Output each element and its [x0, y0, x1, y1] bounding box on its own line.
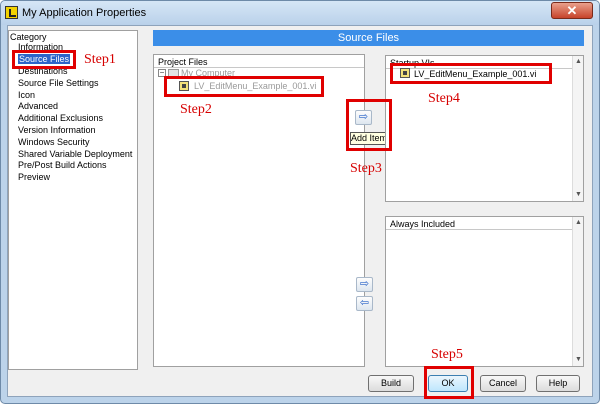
- step4-highlight-box: [390, 63, 552, 84]
- remove-always-included-arrow-button[interactable]: ⇦: [356, 296, 373, 311]
- always-included-scrollbar[interactable]: ▲ ▼: [572, 217, 583, 366]
- startup-vis-scrollbar[interactable]: ▲ ▼: [572, 56, 583, 201]
- category-item-icon[interactable]: Icon: [18, 90, 35, 100]
- category-item-additional-exclusions[interactable]: Additional Exclusions: [18, 113, 103, 123]
- step2-highlight-box: [164, 76, 324, 97]
- step5-label: Step5: [431, 347, 463, 362]
- step3-highlight-box: [346, 99, 392, 151]
- always-included-panel[interactable]: [385, 216, 584, 367]
- title-bar[interactable]: My Application Properties ✕: [1, 1, 599, 25]
- step1-label: Step1: [84, 52, 116, 67]
- project-files-header: Project Files: [158, 57, 208, 67]
- category-item-preview[interactable]: Preview: [18, 172, 50, 182]
- category-item-pre-post-build-actions[interactable]: Pre/Post Build Actions: [18, 160, 107, 170]
- category-item-shared-variable-deployment[interactable]: Shared Variable Deployment: [18, 149, 132, 159]
- step5-highlight-box: [424, 366, 474, 399]
- scroll-up-icon[interactable]: ▲: [574, 218, 583, 227]
- window-title: My Application Properties: [22, 7, 147, 19]
- scroll-down-icon[interactable]: ▼: [574, 355, 583, 364]
- scroll-up-icon[interactable]: ▲: [574, 57, 583, 66]
- always-included-header: Always Included: [390, 219, 456, 229]
- scroll-down-icon[interactable]: ▼: [574, 190, 583, 199]
- close-button[interactable]: ✕: [551, 2, 593, 19]
- category-item-version-information[interactable]: Version Information: [18, 125, 96, 135]
- project-files-panel[interactable]: [153, 54, 365, 367]
- category-item-advanced[interactable]: Advanced: [18, 101, 58, 111]
- cancel-button[interactable]: Cancel: [480, 375, 526, 392]
- step4-label: Step4: [428, 91, 460, 106]
- category-header: Category: [10, 32, 47, 42]
- step1-highlight-box: [12, 50, 76, 69]
- help-button[interactable]: Help: [536, 375, 580, 392]
- add-always-included-arrow-button[interactable]: ⇨: [356, 277, 373, 292]
- section-banner: Source Files: [153, 30, 584, 46]
- labview-app-icon: [5, 6, 18, 19]
- always-included-divider: [386, 229, 572, 230]
- step2-label: Step2: [180, 102, 212, 117]
- category-item-windows-security[interactable]: Windows Security: [18, 137, 90, 147]
- category-item-source-file-settings[interactable]: Source File Settings: [18, 78, 99, 88]
- step3-label: Step3: [350, 161, 382, 176]
- build-button[interactable]: Build: [368, 375, 414, 392]
